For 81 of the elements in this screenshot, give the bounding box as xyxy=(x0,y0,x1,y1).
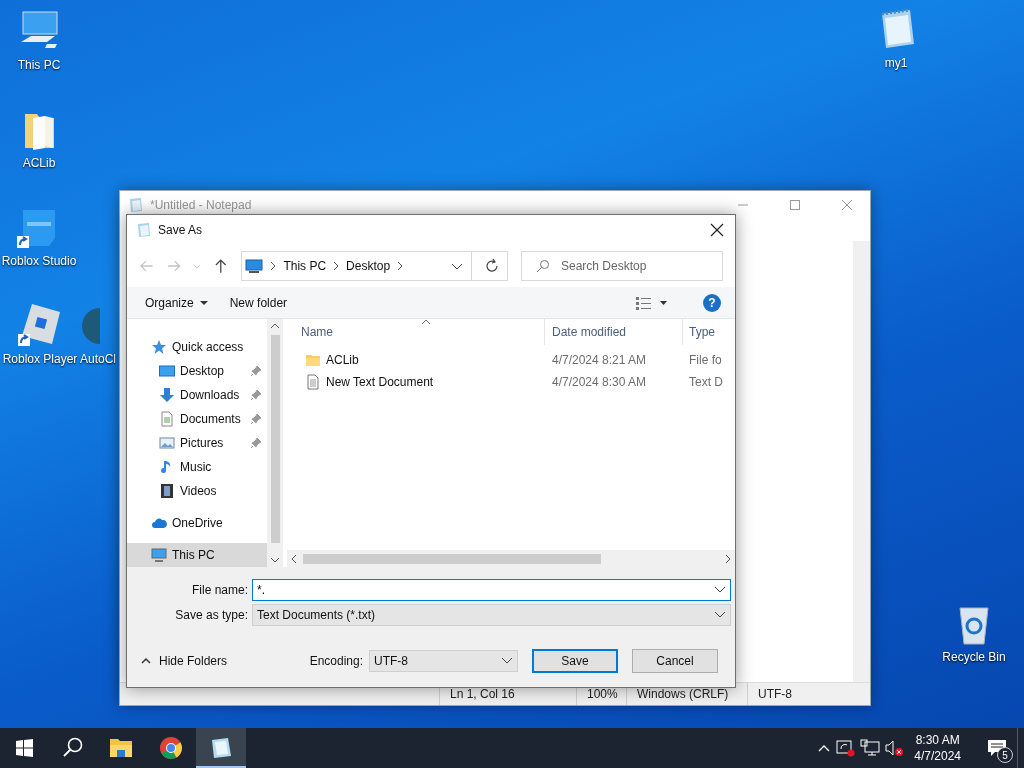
caret-icon xyxy=(199,299,208,306)
desktop-icon-label[interactable]: Roblox Player xyxy=(2,352,78,366)
field-label: Save as type: xyxy=(174,608,249,622)
app-icon[interactable] xyxy=(18,302,62,348)
help-icon[interactable]: ? xyxy=(703,293,721,312)
folder-icon xyxy=(305,352,321,368)
status-bar-cell: UTF-8 xyxy=(747,683,853,705)
column-header[interactable]: Name xyxy=(287,319,545,345)
field-label: Encoding: xyxy=(309,654,363,668)
desktop-icon-label[interactable]: Recycle Bin xyxy=(942,650,1006,664)
computer-icon xyxy=(245,259,264,273)
file-name-field[interactable]: *. xyxy=(252,579,731,601)
window-title: *Untitled - Notepad xyxy=(150,198,252,212)
chevron-up-icon xyxy=(141,657,151,665)
notepad-icon xyxy=(136,222,152,238)
refresh-icon[interactable] xyxy=(484,258,500,274)
clock-date[interactable]: 4/7/2024 xyxy=(914,748,961,764)
notification-count-badge: 5 xyxy=(997,747,1013,763)
dialog-title: Save As xyxy=(158,223,203,237)
file-type: Text D xyxy=(688,375,724,389)
breadcrumb-item[interactable]: Desktop xyxy=(346,259,391,273)
organize-button[interactable]: Organize xyxy=(139,291,214,314)
star-icon xyxy=(151,339,167,355)
desktop-icon-label[interactable]: Roblox Studio xyxy=(1,254,77,268)
scrollbar[interactable] xyxy=(287,550,735,567)
notepad-icon[interactable] xyxy=(196,728,246,768)
dialog-button[interactable]: Cancel xyxy=(632,649,718,673)
dropdown-caret-icon xyxy=(501,657,513,665)
breadcrumb-item[interactable]: This PC xyxy=(283,259,327,273)
column-header[interactable]: Type xyxy=(683,319,735,345)
download-arrow-icon xyxy=(159,387,175,403)
desktop-icon-label[interactable]: This PC xyxy=(17,58,61,72)
pin-icon[interactable] xyxy=(251,438,261,448)
column-header[interactable]: Date modified xyxy=(545,319,683,345)
search-icon xyxy=(536,259,550,273)
desktop-icon-label[interactable]: AutoCl xyxy=(80,352,117,366)
scrollbar[interactable] xyxy=(267,319,283,567)
file-date: 4/7/2024 8:30 AM xyxy=(551,375,648,389)
text-file-icon xyxy=(305,374,321,390)
clock-time[interactable]: 8:30 AM xyxy=(915,732,960,748)
file-name[interactable]: New Text Document xyxy=(326,375,434,389)
navigation-item[interactable]: Videos xyxy=(127,479,267,503)
computer-icon xyxy=(151,547,167,563)
navigation-item[interactable]: Downloads xyxy=(127,383,267,407)
chevron-icon[interactable] xyxy=(396,261,405,271)
pin-icon[interactable] xyxy=(251,414,261,424)
desktop-icon-label[interactable]: ACLib xyxy=(22,156,56,170)
file-type: File fo xyxy=(688,353,723,367)
chevron-icon[interactable] xyxy=(332,261,341,271)
notepad-icon xyxy=(128,197,144,213)
sort-caret-icon xyxy=(421,319,431,325)
dropdown-caret-icon[interactable] xyxy=(714,586,726,594)
search-field[interactable]: Search Desktop xyxy=(521,251,723,281)
navigation-item[interactable]: Documents xyxy=(127,407,267,431)
pin-icon[interactable] xyxy=(251,390,261,400)
navigation-item[interactable]: OneDrive xyxy=(127,511,267,535)
document-icon xyxy=(159,411,175,427)
navigation-item[interactable]: Pictures xyxy=(127,431,267,455)
file-name[interactable]: ACLib xyxy=(326,353,359,367)
pin-icon[interactable] xyxy=(251,366,261,376)
navigation-item[interactable]: This PC xyxy=(127,543,267,567)
hide-folders-button[interactable]: Hide Folders xyxy=(139,652,230,670)
encoding-dropdown[interactable]: UTF-8 xyxy=(369,650,518,672)
file-date: 4/7/2024 8:21 AM xyxy=(551,353,648,367)
desktop-folder-icon xyxy=(159,363,175,379)
close-icon[interactable] xyxy=(710,223,724,237)
navigation-item[interactable]: Desktop xyxy=(127,359,267,383)
picture-icon xyxy=(159,435,175,451)
navigation-item[interactable]: Quick access xyxy=(127,335,267,359)
address-bar[interactable]: This PC Desktop xyxy=(241,251,508,281)
dropdown-caret-icon xyxy=(714,611,726,619)
chevron-icon[interactable] xyxy=(269,261,278,271)
dropdown-caret-icon[interactable] xyxy=(451,261,463,271)
film-icon xyxy=(159,483,175,499)
scrollbar[interactable] xyxy=(853,241,870,682)
field-label: File name: xyxy=(190,583,249,597)
navigation-item[interactable]: Music xyxy=(127,455,267,479)
new-folder-button[interactable]: New folder xyxy=(223,291,294,314)
desktop-icon-label[interactable]: my1 xyxy=(884,56,908,70)
dialog-button[interactable]: Save xyxy=(532,649,618,673)
file-type-dropdown[interactable]: Text Documents (*.txt) xyxy=(252,604,731,626)
